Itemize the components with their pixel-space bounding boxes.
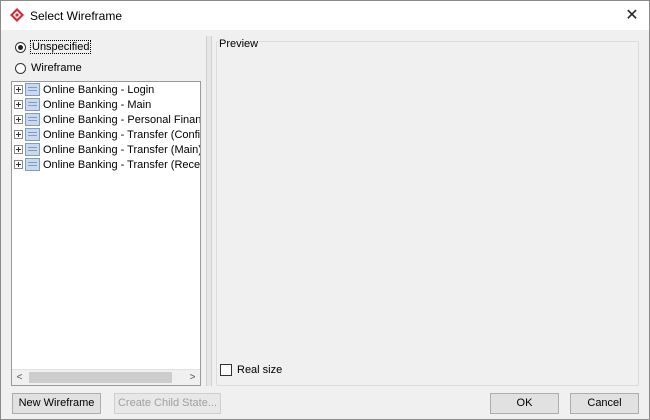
unspecified-radio[interactable] — [15, 41, 26, 53]
wireframe-icon — [25, 158, 40, 171]
select-wireframe-dialog: Select Wireframe ✕ Unspecified Wireframe… — [0, 0, 650, 420]
expand-icon[interactable] — [14, 100, 23, 109]
scroll-left-icon[interactable]: < — [12, 370, 27, 385]
real-size-label: Real size — [237, 364, 283, 376]
expand-icon[interactable] — [14, 85, 23, 94]
wireframe-icon — [25, 98, 40, 111]
ok-button[interactable]: OK — [490, 393, 559, 414]
wireframe-icon — [25, 113, 40, 126]
wireframe-icon — [25, 128, 40, 141]
scroll-right-icon[interactable]: > — [185, 370, 200, 385]
tree-item[interactable]: Online Banking - Personal Finance — [14, 112, 201, 127]
cancel-button[interactable]: Cancel — [570, 393, 639, 414]
scrollbar-thumb[interactable] — [29, 372, 172, 383]
real-size-option[interactable]: Real size — [220, 363, 282, 377]
expand-icon[interactable] — [14, 145, 23, 154]
real-size-checkbox[interactable] — [220, 364, 232, 376]
wireframe-icon — [25, 83, 40, 96]
tree-item-label: Online Banking - Main — [43, 98, 152, 111]
panel-splitter[interactable] — [206, 36, 212, 386]
unspecified-radio-option[interactable]: Unspecified — [15, 39, 92, 55]
new-wireframe-button[interactable]: New Wireframe — [12, 393, 101, 414]
close-icon[interactable]: ✕ — [615, 1, 649, 30]
create-child-state-button[interactable]: Create Child State... — [114, 393, 221, 414]
wireframe-tree[interactable]: Online Banking - Login Online Banking - … — [11, 81, 201, 386]
tree-item-label: Online Banking - Personal Finance — [43, 113, 201, 126]
expand-icon[interactable] — [14, 130, 23, 139]
title-bar: Select Wireframe ✕ — [1, 1, 649, 30]
wireframe-label: Wireframe — [31, 62, 82, 74]
tree-item[interactable]: Online Banking - Transfer (Main) — [14, 142, 201, 157]
unspecified-label: Unspecified — [29, 40, 92, 54]
window-title: Select Wireframe — [30, 9, 123, 23]
tree-item-label: Online Banking - Transfer (Confirm) — [43, 128, 201, 141]
preview-panel — [216, 41, 639, 386]
tree-item-label: Online Banking - Transfer (Receipt) — [43, 158, 201, 171]
tree-item[interactable]: Online Banking - Transfer (Confirm) — [14, 127, 201, 142]
app-logo-icon — [10, 8, 24, 22]
wireframe-radio[interactable] — [15, 62, 26, 74]
tree-item[interactable]: Online Banking - Main — [14, 97, 151, 112]
expand-icon[interactable] — [14, 160, 23, 169]
tree-item[interactable]: Online Banking - Transfer (Receipt) — [14, 157, 201, 172]
tree-item-label: Online Banking - Login — [43, 83, 155, 96]
preview-label: Preview — [218, 38, 260, 50]
tree-item[interactable]: Online Banking - Login — [14, 82, 154, 97]
horizontal-scrollbar[interactable]: < > — [12, 369, 200, 385]
wireframe-radio-option[interactable]: Wireframe — [15, 60, 82, 76]
expand-icon[interactable] — [14, 115, 23, 124]
tree-item-label: Online Banking - Transfer (Main) — [43, 143, 201, 156]
wireframe-icon — [25, 143, 40, 156]
